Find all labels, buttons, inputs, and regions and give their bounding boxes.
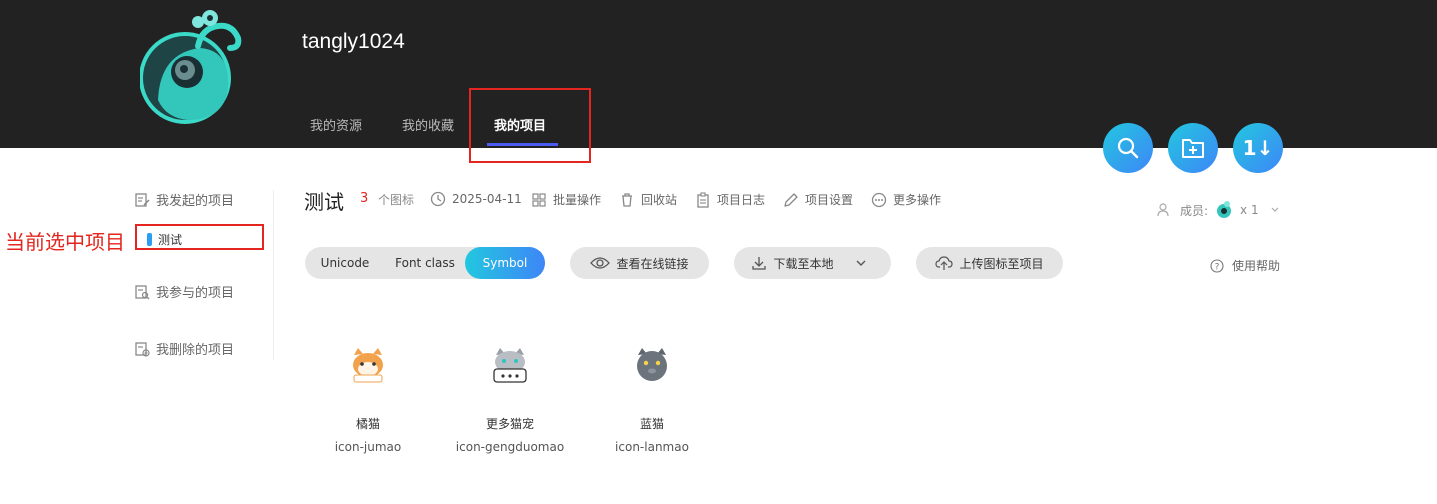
icon-count-label: 个图标 [378,193,415,207]
sidebar-project-test[interactable]: 测试 [147,231,182,248]
clipboard-icon [697,191,709,208]
chevron-down-icon [856,260,865,266]
project-title: 测试 [304,190,344,214]
more-actions-label: 更多操作 [893,193,942,207]
sidebar-item-label: 我参与的项目 [156,286,235,301]
search-button[interactable] [1103,123,1153,173]
document-delete-icon [135,341,150,357]
icon-name: 橘猫 [355,417,380,431]
project-date-text: 2025-04-11 [452,192,522,206]
svg-text:?: ? [1215,262,1220,272]
project-settings-label: 项目设置 [805,193,854,207]
more-icon [871,192,887,207]
clock-icon [430,191,446,207]
blue-cat-icon [637,348,667,381]
download-button[interactable]: 下载至本地 [734,247,891,279]
tab-my-resources[interactable]: 我的资源 [310,115,362,134]
view-online-link-button[interactable]: 查看在线链接 [570,247,709,279]
tab-symbol[interactable]: Symbol [465,247,545,279]
sidebar-item-label: 测试 [158,233,183,247]
sidebar-item-label: 我发起的项目 [156,194,235,209]
upload-button[interactable]: 上传图标至项目 [916,247,1063,279]
icon-card[interactable]: 橘猫 icon-jumao [308,345,428,454]
help-link[interactable]: ? 使用帮助 [1210,257,1280,274]
username: tangly1024 [302,30,405,53]
document-edit-icon [135,192,150,207]
members-dropdown[interactable]: 成员: x 1 [1156,200,1281,220]
sidebar-item-joined[interactable]: 我参与的项目 [134,282,234,301]
question-icon: ? [1210,258,1224,273]
pencil-icon [784,192,798,207]
icon-card[interactable]: 更多猫宠 icon-gengduomao [450,345,570,454]
user-avatar[interactable] [140,8,244,128]
orange-cat-icon [353,348,383,383]
search-icon [1117,137,1139,159]
recycle-bin-button[interactable]: 回收站 [619,191,677,208]
icon-card[interactable]: 蓝猫 icon-lanmao [592,345,712,454]
members-count: x 1 [1240,203,1259,217]
project-log-label: 项目日志 [717,193,766,207]
sidebar-divider [273,190,274,360]
grid-icon [532,192,546,207]
sort-button[interactable]: 1↓ [1233,123,1283,173]
tab-unicode[interactable]: Unicode [305,247,385,279]
cloud-upload-icon [935,256,954,270]
icon-code: icon-lanmao [615,440,689,454]
sidebar-item-created[interactable]: 我发起的项目 [134,190,234,209]
new-folder-button[interactable] [1168,123,1218,173]
chevron-down-icon [1271,207,1279,212]
more-actions-button[interactable]: 更多操作 [871,191,941,208]
upload-label: 上传图标至项目 [959,256,1044,271]
icon-count: 3 [360,191,369,206]
icon-name: 蓝猫 [639,417,664,431]
batch-operation-label: 批量操作 [553,193,602,207]
folder-plus-icon [1182,139,1204,158]
project-log-button[interactable]: 项目日志 [695,191,765,208]
download-label: 下载至本地 [773,256,834,271]
help-label: 使用帮助 [1232,259,1281,273]
sort-icon: 1↓ [1242,136,1274,160]
format-switcher: Unicode Font class Symbol [305,247,545,279]
members-label: 成员: [1180,203,1209,218]
user-icon [1157,203,1169,217]
sidebar-item-deleted[interactable]: 我删除的项目 [134,339,234,358]
annotation-label: 当前选中项目 [5,230,125,254]
project-settings-button[interactable]: 项目设置 [783,191,853,208]
sidebar-item-label: 我删除的项目 [156,343,235,358]
annotation-highlight-tab [469,88,591,163]
view-online-link-label: 查看在线链接 [616,256,689,271]
tab-my-favorites[interactable]: 我的收藏 [402,115,454,134]
recycle-bin-label: 回收站 [641,193,678,207]
icon-name: 更多猫宠 [485,417,534,431]
icon-code: icon-gengduomao [455,440,565,454]
tab-font-class[interactable]: Font class [385,247,465,279]
project-date: 2025-04-11 [430,191,522,207]
member-avatar [1217,201,1232,218]
more-cats-icon [493,348,527,383]
eye-icon [590,257,611,269]
trash-icon [622,192,632,207]
icon-code: icon-jumao [334,440,402,454]
document-search-icon [135,284,150,299]
selected-indicator [147,233,152,246]
download-icon [752,257,767,270]
batch-operation-button[interactable]: 批量操作 [531,191,601,208]
